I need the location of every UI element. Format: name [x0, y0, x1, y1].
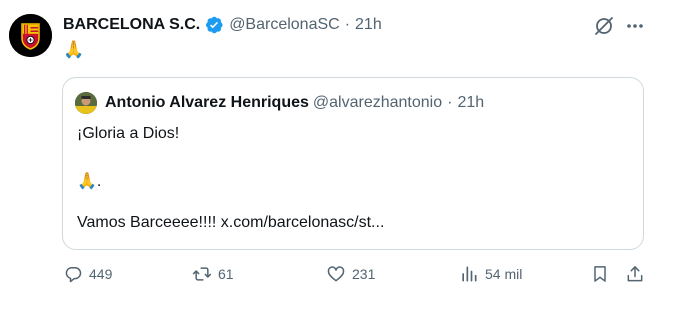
- quoted-avatar[interactable]: [75, 92, 97, 114]
- avatar[interactable]: [9, 14, 52, 57]
- views-icon: [462, 266, 477, 282]
- quoted-handle[interactable]: @alvarezhantonio: [313, 94, 442, 112]
- views-button[interactable]: 54 mil: [459, 262, 522, 286]
- repost-button[interactable]: 61: [192, 262, 234, 286]
- handle[interactable]: @BarcelonaSC: [229, 16, 340, 34]
- more-icon[interactable]: [624, 15, 646, 37]
- action-bar: 449 61 231 54 mil: [0, 262, 695, 286]
- like-count: 231: [352, 266, 376, 282]
- display-name[interactable]: BARCELONA S.C.: [63, 16, 200, 34]
- reply-count: 449: [89, 266, 113, 282]
- like-icon: [327, 266, 345, 282]
- separator-dot: ·: [447, 94, 453, 111]
- quoted-text-line: ¡Gloria a Dios!: [77, 125, 180, 142]
- tweet[interactable]: BARCELONA S.C. @BarcelonaSC · 21h 🙏 Anto…: [0, 0, 695, 311]
- quoted-text-line: Vamos Barceeee!!!! x.com/barcelonasc/st.…: [77, 214, 385, 231]
- repost-icon: [192, 267, 212, 281]
- reply-button[interactable]: 449: [63, 262, 112, 286]
- bookmark-icon: [594, 266, 606, 282]
- bookmark-button[interactable]: [590, 262, 610, 286]
- views-count: 54 mil: [485, 266, 523, 282]
- separator-dot: ·: [344, 16, 351, 33]
- reply-icon: [65, 267, 82, 283]
- timestamp[interactable]: 21h: [355, 16, 382, 34]
- like-button[interactable]: 231: [326, 262, 375, 286]
- quoted-timestamp[interactable]: 21h: [457, 94, 484, 112]
- post-header: BARCELONA S.C. @BarcelonaSC · 21h: [63, 14, 382, 36]
- share-icon: [627, 266, 643, 282]
- quoted-display-name[interactable]: Antonio Alvarez Henriques: [105, 94, 309, 112]
- barcelona-crest-icon: [9, 14, 52, 57]
- verified-badge-icon[interactable]: [204, 15, 224, 35]
- quoted-post-header: Antonio Alvarez Henriques @alvarezhanton…: [75, 92, 484, 114]
- share-button[interactable]: [625, 262, 645, 286]
- repost-count: 61: [218, 266, 234, 282]
- quoted-text-line: 🙏.: [77, 173, 102, 190]
- quoted-post[interactable]: Antonio Alvarez Henriques @alvarezhanton…: [62, 77, 644, 250]
- grok-icon[interactable]: [593, 15, 615, 37]
- post-text: 🙏: [63, 40, 85, 59]
